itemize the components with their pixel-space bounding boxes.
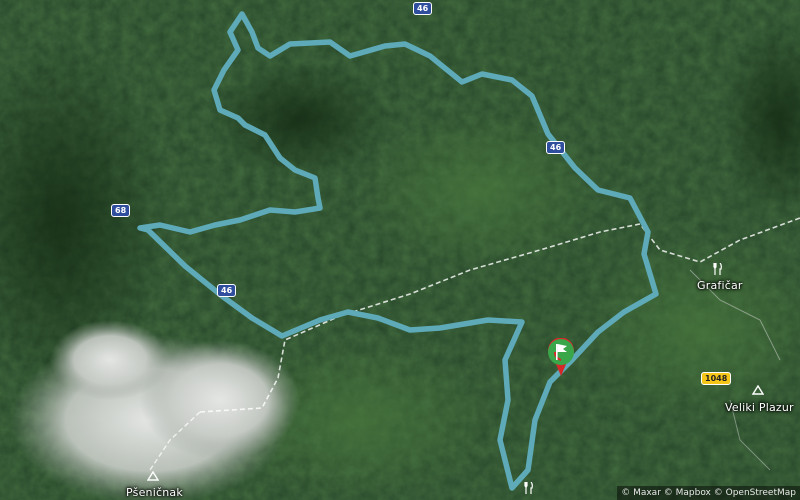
satellite-imagery [0, 0, 800, 500]
peak-icon[interactable] [751, 384, 765, 398]
road-shield-1048: 1048 [701, 372, 732, 385]
restaurant-icon[interactable] [713, 262, 723, 278]
map-view[interactable]: 46 46 68 46 1048 Grafičar Veliki Plazur … [0, 0, 800, 500]
start-flag-marker-icon[interactable] [546, 337, 576, 382]
place-label-graficar: Grafičar [697, 279, 743, 292]
road-shield-68: 68 [111, 204, 131, 217]
place-label-veliki-plazur: Veliki Plazur [725, 401, 794, 414]
map-attribution[interactable]: © Maxar © Mapbox © OpenStreetMap [617, 486, 800, 500]
peak-icon[interactable] [146, 470, 160, 484]
restaurant-icon[interactable] [524, 481, 534, 497]
road-shield-46-lower: 46 [217, 284, 237, 297]
road-shield-46-top: 46 [413, 2, 433, 15]
place-label-psenicnak: Pšeničnak [126, 486, 183, 499]
road-shield-46-mid: 46 [546, 141, 566, 154]
